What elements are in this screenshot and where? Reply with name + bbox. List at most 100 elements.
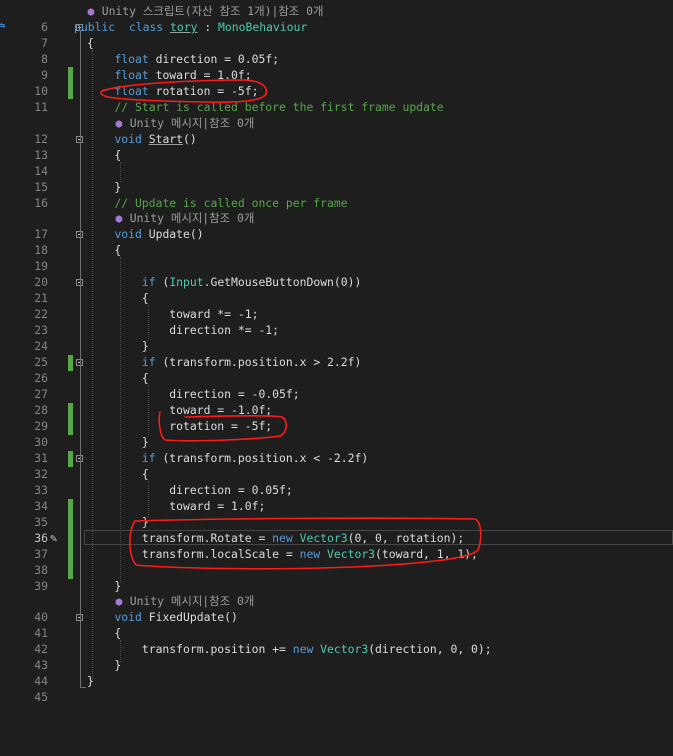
code-token: transform.localScale = [87,547,300,561]
code-line[interactable]: if (transform.position.x > 2.2f) [87,354,361,370]
code-line[interactable]: transform.localScale = new Vector3(towar… [87,546,478,562]
line-number: 42 [34,642,48,656]
code-token: { [87,467,149,481]
code-token: Vector3 [299,531,348,545]
line-number: 35 [34,515,48,529]
line-number: 11 [34,100,48,114]
code-line[interactable]: } [87,657,121,673]
line-number: 13 [34,148,48,162]
line-number: 33 [34,483,48,497]
code-line[interactable]: } [87,514,149,530]
code-token: void [114,227,142,241]
code-line[interactable]: { [87,625,121,641]
code-token: { [87,371,149,385]
line-number: 37 [34,547,48,561]
code-line[interactable]: { [87,466,149,482]
code-line[interactable]: void Start() [87,131,196,147]
code-line[interactable]: if (Input.GetMouseButtonDown(0)) [87,274,361,290]
code-token: direction = 0.05f; [148,52,280,66]
code-line[interactable]: { [87,147,121,163]
code-line[interactable]: direction = -0.05f; [87,386,299,402]
code-line[interactable]: toward = -1.0f; [87,402,272,418]
code-token: if [141,355,156,369]
code-token: ( [155,275,170,289]
code-token: tory [170,20,198,34]
line-number: 41 [34,626,48,640]
code-line[interactable]: } [87,338,149,354]
codelens-update[interactable]: ⬢ Unity 메시지|참조 0개 [115,210,254,226]
code-line[interactable]: if (transform.position.x < -2.2f) [87,450,368,466]
code-line[interactable]: } [87,179,121,195]
line-number: 22 [34,307,48,321]
line-number: 38 [34,563,48,577]
code-line[interactable]: transform.Rotate = new Vector3(0, 0, rot… [87,530,464,546]
code-token: } [87,579,122,593]
line-number: 6 [41,20,48,34]
quick-action-pen-icon[interactable]: ✎ [50,531,57,545]
line-number: 10 [34,84,48,98]
code-line[interactable]: // Update is called once per frame [87,195,348,211]
code-token: toward = 1.0f; [87,499,266,513]
code-token: if [141,275,156,289]
structure-line [80,31,81,687]
codelens-start[interactable]: ⬢ Unity 메시지|참조 0개 [115,115,254,131]
code-token: Vector3 [320,642,369,656]
code-line[interactable]: { [87,290,149,306]
code-line[interactable]: void FixedUpdate() [87,609,237,625]
code-line[interactable]: float toward = 1.0f; [87,67,251,83]
code-token: void [114,610,142,624]
code-line[interactable]: } [87,434,149,450]
code-line[interactable]: { [87,370,149,386]
code-token: float [114,68,149,82]
code-line[interactable]: } [87,578,121,594]
code-line[interactable]: float direction = 0.05f; [87,51,279,67]
line-number: 16 [34,196,48,210]
line-number: 40 [34,610,48,624]
code-token: transform.position += [87,642,293,656]
bookmark-arrow-icon: ⇆ [0,21,6,31]
code-editor[interactable]: ⇆ 6 7 8 9 10 11 12 13 14 15 16 17 18 19 20 21 22 23 24 25 26… [0,0,673,756]
code-token: transform.Rotate = [87,531,273,545]
code-line[interactable]: rotation = -5f; [87,418,272,434]
code-token: { [87,36,94,50]
line-number: 43 [34,658,48,672]
code-line[interactable]: // Start is called before the first fram… [87,99,443,115]
code-token: Start [148,132,184,146]
line-number: 21 [34,291,48,305]
code-line[interactable]: public class tory : MonoBehaviour [74,19,307,35]
code-line[interactable]: toward *= -1; [87,306,258,322]
unity-icon: ⬢ [115,215,123,225]
code-token: (transform.position.x < -2.2f) [155,451,369,465]
code-token: { [87,243,122,257]
codelens-class[interactable]: ⬢ Unity 스크립트(자산 참조 1개)|참조 0개 [87,3,323,19]
code-line[interactable]: direction *= -1; [87,322,279,338]
code-token: } [87,515,149,529]
code-token: if [141,451,156,465]
code-line[interactable]: void Update() [87,226,203,242]
codelens-fixedupdate[interactable]: ⬢ Unity 메시지|참조 0개 [115,593,254,609]
code-line[interactable]: transform.position += new Vector3(direct… [87,641,492,657]
code-token: direction *= -1; [87,323,280,337]
code-line[interactable]: float rotation = -5f; [87,83,258,99]
line-number: 7 [41,36,48,50]
code-line[interactable]: toward = 1.0f; [87,498,265,514]
code-line[interactable]: direction = 0.05f; [87,482,292,498]
change-indicator [68,355,73,371]
code-line[interactable]: } [87,673,94,689]
line-number: 26 [34,371,48,385]
code-token: // Update is called once per frame [114,196,348,210]
line-number: 28 [34,403,48,417]
code-token: new [292,642,314,656]
code-line[interactable]: { [87,242,121,258]
code-line[interactable]: { [87,35,94,51]
line-number: 31 [34,451,48,465]
